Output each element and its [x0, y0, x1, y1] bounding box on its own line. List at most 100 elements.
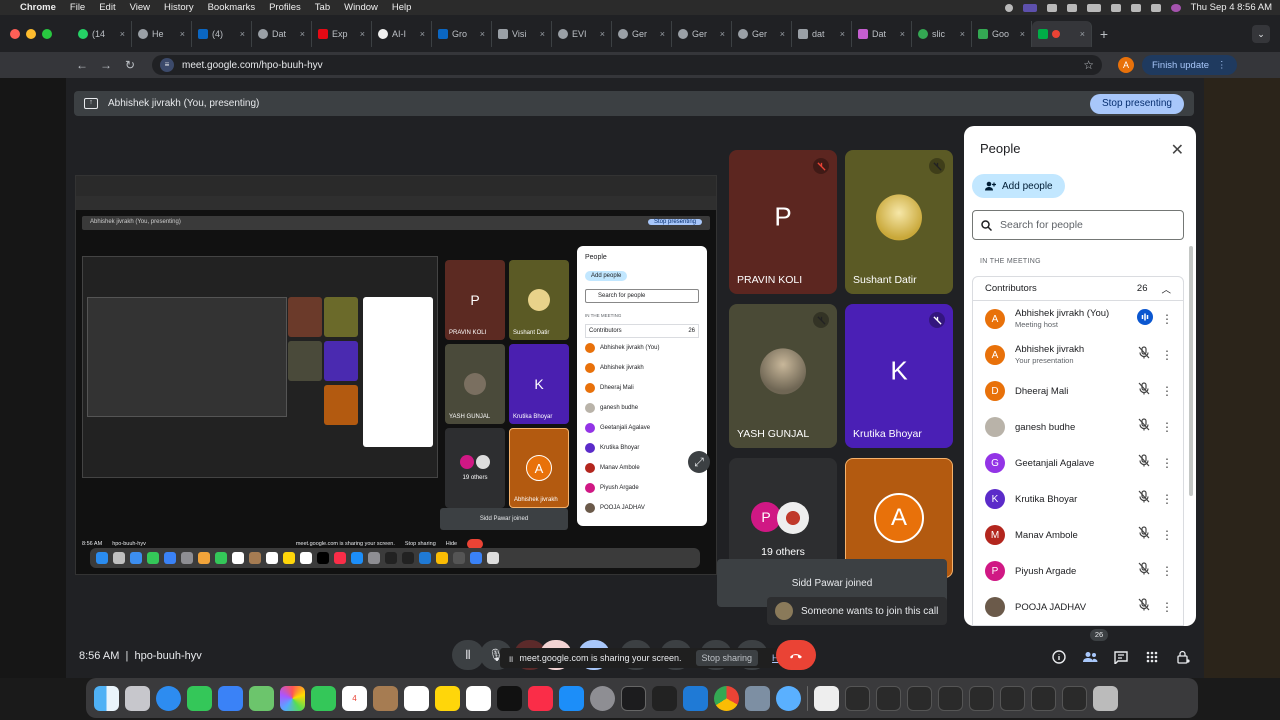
- reload-button[interactable]: ↻: [118, 58, 142, 72]
- more-vert-icon[interactable]: ⋮: [1161, 564, 1173, 578]
- participant-row[interactable]: G Geetanjali Agalave ⋮: [973, 445, 1183, 481]
- site-info-icon[interactable]: ≡: [160, 58, 174, 72]
- finish-update-button[interactable]: Finish update ⋮: [1142, 55, 1237, 75]
- more-vert-icon[interactable]: ⋮: [1161, 600, 1173, 614]
- tab-5[interactable]: Exp ×: [312, 20, 372, 47]
- mic-off-icon[interactable]: [1137, 382, 1151, 400]
- participant-row[interactable]: D Dheeraj Mali ⋮: [973, 373, 1183, 409]
- finder-icon[interactable]: [94, 685, 119, 711]
- messages-icon[interactable]: [187, 685, 212, 711]
- speaking-indicator-icon[interactable]: [1137, 308, 1153, 330]
- tab-16[interactable]: Goo ×: [972, 20, 1032, 47]
- knock-notification[interactable]: Someone wants to join this call: [767, 597, 947, 625]
- tab-search-button[interactable]: ⌄: [1252, 24, 1270, 43]
- tab-4[interactable]: Dat ×: [252, 20, 312, 47]
- settings-icon[interactable]: [590, 685, 615, 711]
- close-tab-icon[interactable]: ×: [540, 29, 545, 39]
- close-tab-icon[interactable]: ×: [840, 29, 845, 39]
- siri-icon[interactable]: [1170, 3, 1181, 12]
- close-tab-icon[interactable]: ×: [720, 29, 725, 39]
- close-tab-icon[interactable]: ×: [600, 29, 605, 39]
- facetime-icon[interactable]: [311, 685, 336, 711]
- mic-off-icon[interactable]: [1137, 598, 1151, 616]
- close-icon[interactable]: ✕: [1171, 140, 1184, 160]
- menu-window[interactable]: Window: [344, 2, 378, 13]
- participant-row[interactable]: POOJA JADHAV ⋮: [973, 589, 1183, 625]
- menu-edit[interactable]: Edit: [99, 2, 115, 13]
- menu-tab[interactable]: Tab: [315, 2, 330, 13]
- address-bar[interactable]: ≡ meet.google.com/hpo-buuh-hyv ☆: [152, 55, 1102, 75]
- window-thumb-icon[interactable]: [1000, 685, 1025, 711]
- close-tab-icon[interactable]: ×: [780, 29, 785, 39]
- tile-krutika-bhoyar[interactable]: K Krutika Bhoyar: [845, 304, 953, 448]
- close-tab-icon[interactable]: ×: [240, 29, 245, 39]
- chevron-up-icon[interactable]: ︿: [1161, 282, 1171, 296]
- tab-15[interactable]: slic ×: [912, 20, 972, 47]
- close-tab-icon[interactable]: ×: [300, 29, 305, 39]
- tab-12[interactable]: Ger ×: [732, 20, 792, 47]
- archive-icon[interactable]: [373, 685, 398, 711]
- tab-6[interactable]: AI-I ×: [372, 20, 432, 47]
- window-thumb-icon[interactable]: [876, 685, 901, 711]
- proxyman-icon[interactable]: [776, 685, 801, 711]
- more-vert-icon[interactable]: ⋮: [1161, 492, 1173, 506]
- terminal-icon[interactable]: [621, 685, 646, 711]
- minimize-window-button[interactable]: [26, 29, 36, 39]
- menu-help[interactable]: Help: [392, 2, 412, 13]
- tile-pravin-koli[interactable]: P PRAVIN KOLI: [729, 150, 837, 294]
- preview-icon[interactable]: [745, 685, 770, 711]
- vscode-icon[interactable]: [683, 685, 708, 711]
- mic-off-icon[interactable]: [1137, 418, 1151, 436]
- zoom-window-button[interactable]: [42, 29, 52, 39]
- app-store-icon[interactable]: [559, 685, 584, 711]
- contributors-header[interactable]: Contributors 26 ︿: [973, 277, 1183, 301]
- end-call-button[interactable]: [776, 640, 816, 670]
- control-center-icon[interactable]: [1150, 3, 1161, 12]
- window-thumb-icon[interactable]: [845, 685, 870, 711]
- freeform-icon[interactable]: [466, 685, 491, 711]
- more-vert-icon[interactable]: ⋮: [1161, 384, 1173, 398]
- tab-14[interactable]: Dat ×: [852, 20, 912, 47]
- info-icon[interactable]: [1050, 648, 1068, 666]
- record-icon[interactable]: [1004, 3, 1013, 12]
- window-thumb-icon[interactable]: [1062, 685, 1087, 711]
- window-thumb-icon[interactable]: [969, 685, 994, 711]
- volume-icon[interactable]: [1066, 3, 1077, 12]
- screen-share-icon[interactable]: [1022, 3, 1037, 12]
- mail-icon[interactable]: [218, 685, 243, 711]
- more-vert-icon[interactable]: ⋮: [1161, 528, 1173, 542]
- profile-avatar[interactable]: A: [1118, 57, 1134, 73]
- close-tab-icon[interactable]: ×: [180, 29, 185, 39]
- more-vert-icon[interactable]: ⋮: [1161, 456, 1173, 470]
- display-icon[interactable]: [1046, 3, 1057, 12]
- close-tab-icon[interactable]: ×: [1020, 29, 1025, 39]
- more-vert-icon[interactable]: ⋮: [1161, 420, 1173, 434]
- people-icon[interactable]: [1081, 648, 1099, 666]
- menu-history[interactable]: History: [164, 2, 194, 13]
- bookmark-star-icon[interactable]: ☆: [1083, 58, 1094, 72]
- safari-icon[interactable]: [156, 685, 181, 711]
- window-thumb-icon[interactable]: [938, 685, 963, 711]
- close-tab-icon[interactable]: ×: [900, 29, 905, 39]
- calendar-icon[interactable]: 4: [342, 685, 367, 711]
- back-button[interactable]: ←: [70, 58, 94, 72]
- tab-10[interactable]: Ger ×: [612, 20, 672, 47]
- stop-sharing-button[interactable]: Stop sharing: [695, 650, 759, 666]
- reminders-icon[interactable]: [404, 685, 429, 711]
- window-thumb-icon[interactable]: [907, 685, 932, 711]
- tile-yash-gunjal[interactable]: YASH GUNJAL: [729, 304, 837, 448]
- close-tab-icon[interactable]: ×: [360, 29, 365, 39]
- tab-13[interactable]: dat ×: [792, 20, 852, 47]
- tab-7[interactable]: Gro ×: [432, 20, 492, 47]
- close-tab-icon[interactable]: ×: [120, 29, 125, 39]
- close-tab-icon[interactable]: ×: [480, 29, 485, 39]
- mic-off-icon[interactable]: [1137, 346, 1151, 364]
- close-tab-icon[interactable]: ×: [960, 29, 965, 39]
- menu-file[interactable]: File: [70, 2, 85, 13]
- stop-presenting-button[interactable]: Stop presenting: [1089, 93, 1184, 114]
- menu-view[interactable]: View: [130, 2, 150, 13]
- tab-2[interactable]: He ×: [132, 20, 192, 47]
- window-thumb-icon[interactable]: [1031, 685, 1056, 711]
- tab-whatsapp[interactable]: (14 ×: [72, 20, 132, 47]
- close-window-button[interactable]: [10, 29, 20, 39]
